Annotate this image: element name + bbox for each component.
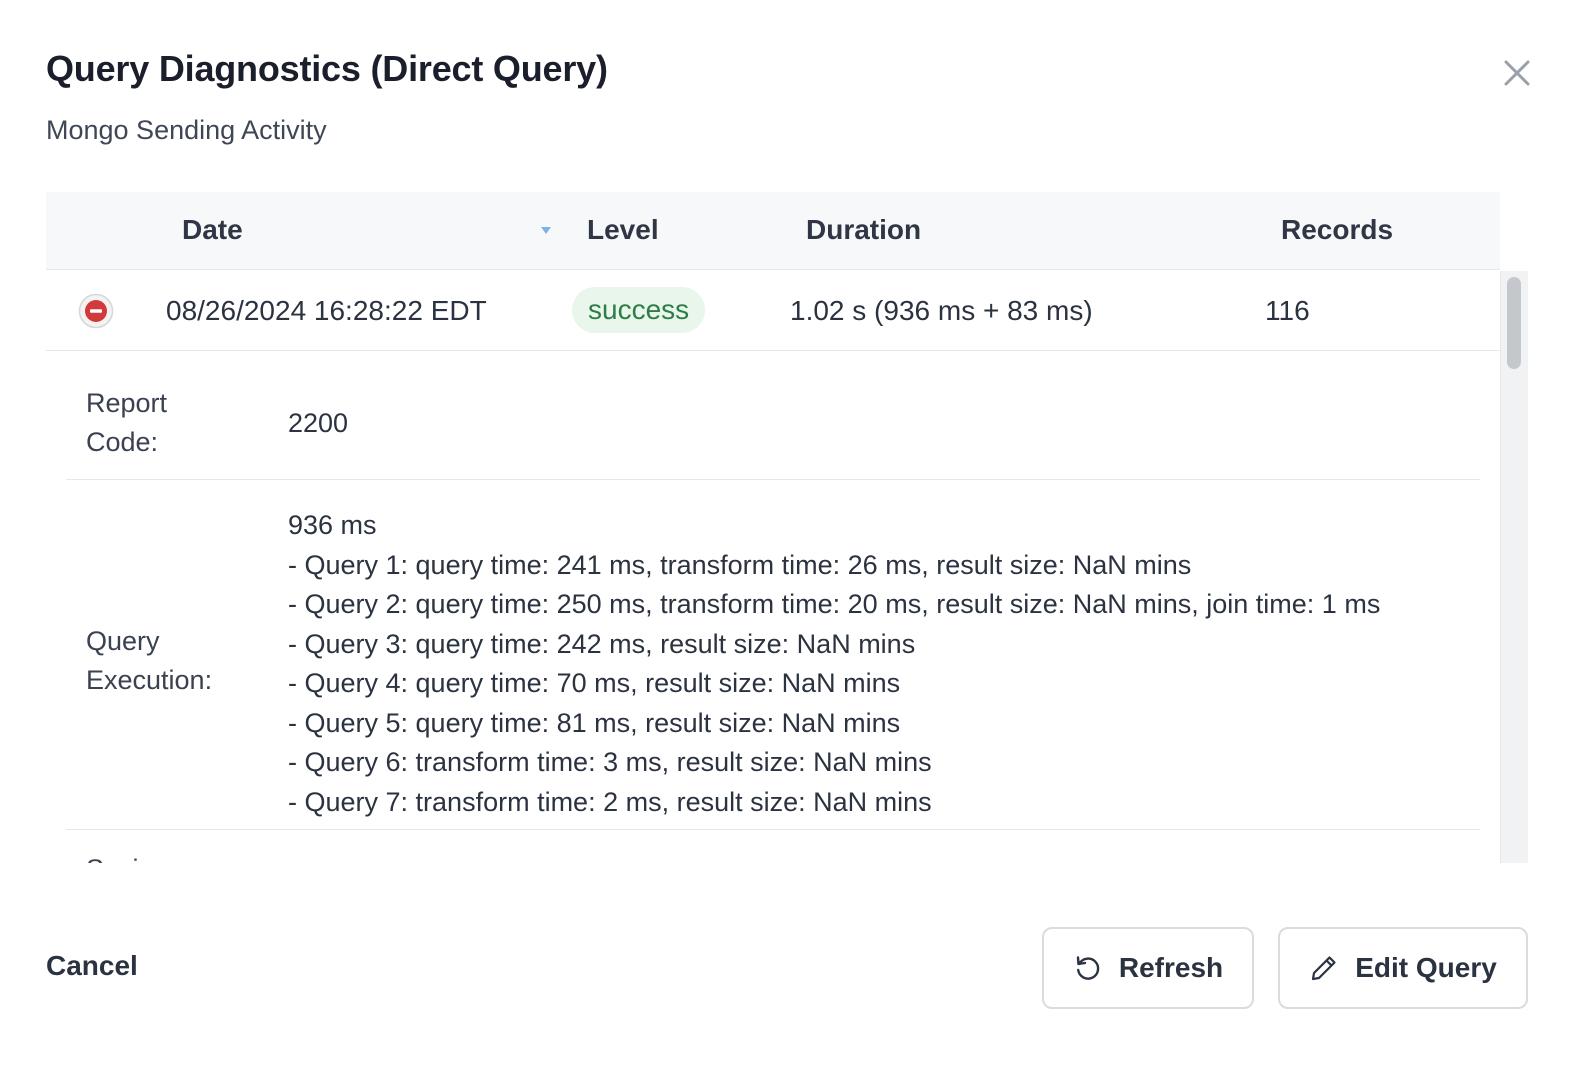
row-duration: 1.02 s (936 ms + 83 ms) <box>790 295 1093 326</box>
sort-desc-icon[interactable] <box>540 226 552 236</box>
detail-report-code: Report Code: 2200 <box>66 352 1480 480</box>
query-diagnostics-dialog: Query Diagnostics (Direct Query) Mongo S… <box>0 0 1590 1070</box>
table-row[interactable]: 08/26/2024 16:28:22 EDT success 1.02 s (… <box>46 271 1500 351</box>
label-line: Execution: <box>86 665 213 695</box>
scrollbar-track[interactable] <box>1500 271 1528 863</box>
label-line: Code: <box>86 427 159 457</box>
table-body: 08/26/2024 16:28:22 EDT success 1.02 s (… <box>46 271 1500 863</box>
detail-label-report-code: Report Code: <box>86 384 256 462</box>
label-line: Query <box>86 626 160 656</box>
refresh-button[interactable]: Refresh <box>1042 927 1254 1009</box>
dialog-subtitle: Mongo Sending Activity <box>46 115 327 145</box>
cancel-button[interactable]: Cancel <box>46 950 138 982</box>
exec-line: - Query 5: query time: 81 ms, result siz… <box>288 707 901 738</box>
close-button[interactable] <box>1496 52 1538 94</box>
table-header: Date Level Duration Records <box>46 192 1500 270</box>
edit-query-label: Edit Query <box>1355 952 1497 983</box>
minus-circle-icon[interactable] <box>78 293 114 329</box>
exec-line: - Query 2: query time: 250 ms, transform… <box>288 589 1381 619</box>
close-icon <box>1504 60 1530 86</box>
exec-line: - Query 6: transform time: 3 ms, result … <box>288 747 932 777</box>
row-records: 116 <box>1265 295 1310 326</box>
column-header-duration[interactable]: Duration <box>806 214 921 246</box>
exec-line: - Query 4: query time: 70 ms, result siz… <box>288 668 901 698</box>
column-header-level[interactable]: Level <box>587 214 659 246</box>
row-details: Report Code: 2200 Query Execution: 936 m… <box>66 352 1480 863</box>
detail-saving: Saving <box>66 830 1480 863</box>
scrollbar-thumb[interactable] <box>1507 277 1521 369</box>
column-header-records[interactable]: Records <box>1281 214 1393 246</box>
status-badge: success <box>572 287 706 333</box>
exec-line: - Query 3: query time: 242 ms, result si… <box>288 628 916 659</box>
exec-line: - Query 7: transform time: 2 ms, result … <box>288 786 932 817</box>
detail-value-report-code: 2200 <box>288 408 349 438</box>
detail-query-execution: Query Execution: 936 ms - Query 1: query… <box>66 480 1480 830</box>
edit-query-button[interactable]: Edit Query <box>1278 927 1528 1009</box>
refresh-icon <box>1076 956 1100 980</box>
label-line: Report <box>86 388 168 418</box>
dialog-title: Query Diagnostics (Direct Query) <box>46 48 608 89</box>
refresh-label: Refresh <box>1118 952 1224 983</box>
exec-line: 936 ms <box>288 510 377 540</box>
detail-label-query-execution: Query Execution: <box>86 622 256 700</box>
column-header-date[interactable]: Date <box>182 214 243 246</box>
pencil-icon <box>1312 956 1336 981</box>
detail-value-query-execution: 936 ms - Query 1: query time: 241 ms, tr… <box>288 506 1380 822</box>
exec-line: - Query 1: query time: 241 ms, transform… <box>288 549 1192 580</box>
row-date: 08/26/2024 16:28:22 EDT <box>166 295 487 326</box>
detail-label-saving: Saving <box>86 850 256 863</box>
